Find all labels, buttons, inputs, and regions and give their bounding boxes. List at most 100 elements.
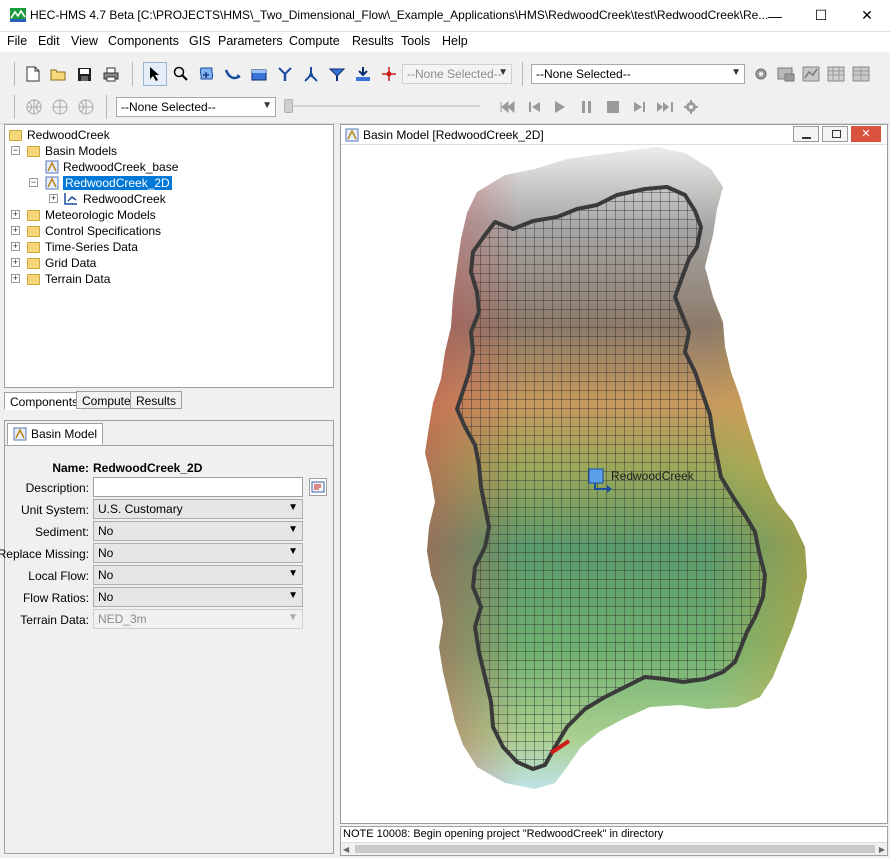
scroll-left-icon[interactable]: ◀ [343, 845, 349, 854]
reach-tool-button[interactable] [223, 64, 243, 84]
expand-time-series-toggle[interactable]: + [11, 242, 20, 251]
horizontal-scrollbar[interactable]: ◀ ▶ [341, 842, 887, 855]
pause-button[interactable] [577, 97, 597, 117]
menu-parameters[interactable]: Parameters [218, 34, 283, 48]
menu-view[interactable]: View [71, 34, 98, 48]
results-table-button[interactable] [826, 64, 846, 84]
menu-tools[interactable]: Tools [401, 34, 430, 48]
replace-missing-select[interactable]: No ▼ [93, 543, 303, 563]
chevron-down-icon: ▼ [288, 568, 298, 579]
fast-forward-button[interactable] [655, 97, 675, 117]
tab-compute[interactable]: Compute [76, 391, 137, 409]
reservoir-tool-button[interactable] [249, 64, 269, 84]
menu-results[interactable]: Results [352, 34, 394, 48]
grid-tool-button[interactable] [24, 97, 44, 117]
flow-ratios-label: Flow Ratios: [22, 591, 89, 605]
tab-results[interactable]: Results [130, 391, 183, 409]
print-button[interactable] [101, 64, 121, 84]
new-project-button[interactable] [23, 64, 43, 84]
menu-file[interactable]: File [7, 34, 27, 48]
grid-edit-tool-button[interactable] [76, 97, 96, 117]
rewind-button[interactable] [498, 97, 518, 117]
tree-item-basin-redwoodcreek-2d[interactable]: RedwoodCreek_2D [45, 175, 172, 191]
run-select[interactable]: --None Selected-- ▼ [531, 64, 745, 84]
compute-button[interactable] [751, 64, 771, 84]
tree-item-control-specifications[interactable]: Control Specifications [27, 223, 161, 239]
junction-tool-button[interactable] [275, 64, 295, 84]
tree-item-project-root[interactable]: RedwoodCreek [9, 127, 110, 143]
tree-item-basin-models[interactable]: Basin Models [27, 143, 117, 159]
unit-system-select[interactable]: U.S. Customary ▼ [93, 499, 303, 519]
menu-edit[interactable]: Edit [38, 34, 60, 48]
open-project-button[interactable] [48, 64, 68, 84]
chevron-down-icon: ▼ [262, 100, 272, 111]
sink-tool-button[interactable] [353, 64, 373, 84]
subbasin-tool-button[interactable] [197, 64, 217, 84]
menu-help[interactable]: Help [442, 34, 468, 48]
tab-components[interactable]: Components [4, 392, 85, 410]
flow-ratios-select[interactable]: No ▼ [93, 587, 303, 607]
zoom-tool-button[interactable] [171, 64, 191, 84]
run-select-value: --None Selected-- [536, 67, 631, 81]
basin-map-canvas[interactable]: RedwoodCreek [345, 147, 885, 819]
scrollbar-thumb[interactable] [355, 845, 875, 853]
description-input[interactable] [93, 477, 303, 497]
time-series-table-button[interactable] [851, 64, 871, 84]
fast-forward-icon [657, 102, 673, 112]
element-select-value: --None Selected-- [407, 67, 502, 81]
map-window-title: Basin Model [RedwoodCreek_2D] [363, 128, 544, 142]
folder-icon [27, 145, 40, 157]
results-summary-button[interactable] [776, 64, 796, 84]
play-button[interactable] [550, 97, 570, 117]
expand-meteorologic-toggle[interactable]: + [11, 210, 20, 219]
animation-settings-button[interactable] [681, 97, 701, 117]
expand-subbasin-toggle[interactable]: + [49, 194, 58, 203]
sediment-select[interactable]: No ▼ [93, 521, 303, 541]
terrain-data-label: Terrain Data: [20, 613, 89, 627]
map-minimize-button[interactable] [793, 126, 819, 142]
animation-time-slider[interactable] [284, 98, 484, 114]
description-editor-button[interactable] [309, 478, 327, 496]
minimize-button[interactable]: — [752, 0, 798, 31]
folder-icon [27, 273, 40, 285]
source-tool-button[interactable] [327, 64, 347, 84]
map-close-button[interactable]: ✕ [851, 126, 881, 142]
tree-item-subbasin-redwoodcreek[interactable]: RedwoodCreek [63, 191, 166, 207]
stop-button[interactable] [603, 97, 623, 117]
minimize-icon [802, 137, 811, 139]
map-restore-button[interactable] [822, 126, 848, 142]
maximize-button[interactable]: ☐ [798, 0, 844, 31]
tab-basin-model[interactable]: Basin Model [7, 423, 104, 445]
tree-item-meteorologic-models[interactable]: Meteorologic Models [27, 207, 156, 223]
terrain-data-select[interactable]: NED_3m ▼ [93, 609, 303, 629]
time-window-select-value: --None Selected-- [121, 100, 216, 114]
scroll-right-icon[interactable]: ▶ [879, 845, 885, 854]
tree-item-time-series-data[interactable]: Time-Series Data [27, 239, 138, 255]
menu-gis[interactable]: GIS [189, 34, 211, 48]
expand-terrain-data-toggle[interactable]: + [11, 274, 20, 283]
element-select[interactable]: --None Selected-- ▼ [402, 64, 512, 84]
menu-compute[interactable]: Compute [289, 34, 340, 48]
step-back-button[interactable] [525, 97, 545, 117]
expand-grid-data-toggle[interactable]: + [11, 258, 20, 267]
save-project-button[interactable] [74, 64, 94, 84]
tree-item-grid-data[interactable]: Grid Data [27, 255, 96, 271]
close-button[interactable]: ✕ [844, 0, 890, 31]
tree-item-terrain-data[interactable]: Terrain Data [27, 271, 110, 287]
menu-components[interactable]: Components [108, 34, 179, 48]
basin-model-icon [45, 160, 59, 174]
measure-tool-button[interactable] [379, 64, 399, 84]
local-flow-select[interactable]: No ▼ [93, 565, 303, 585]
results-graph-button[interactable] [801, 64, 821, 84]
collapse-basin-2d-toggle[interactable]: − [29, 178, 38, 187]
slider-thumb[interactable] [284, 99, 293, 113]
grid-add-tool-button[interactable] [50, 97, 70, 117]
arrow-tool-button[interactable] [143, 62, 167, 86]
collapse-basin-models-toggle[interactable]: − [11, 146, 20, 155]
diversion-tool-button[interactable] [301, 64, 321, 84]
expand-control-specs-toggle[interactable]: + [11, 226, 20, 235]
step-forward-button[interactable] [629, 97, 649, 117]
time-window-select[interactable]: --None Selected-- ▼ [116, 97, 276, 117]
save-icon [77, 67, 91, 81]
tree-item-basin-redwoodcreek-base[interactable]: RedwoodCreek_base [45, 159, 178, 175]
